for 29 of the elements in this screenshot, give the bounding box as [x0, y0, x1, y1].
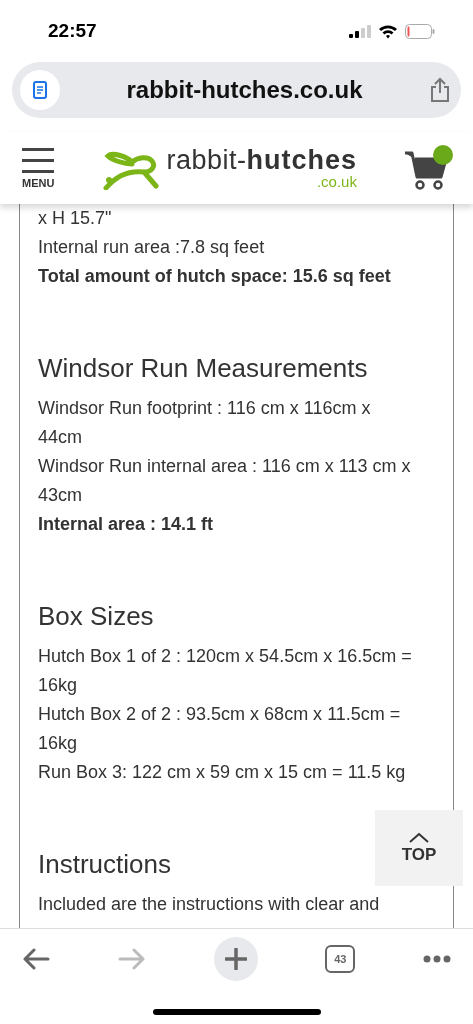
body-text: Windsor Run footprint : 116 cm x 116cm x 44cm: [38, 397, 372, 449]
more-icon[interactable]: [423, 955, 451, 963]
body-text: Run Box 3: 122 cm x 59 cm x 15 cm = 11.5 kg: [38, 761, 407, 784]
body-text: x H 15.7": [38, 207, 113, 230]
section-heading: Windsor Run Measurements: [38, 352, 369, 385]
bold-text: Total amount of hutch space: 15.6 sq feet: [38, 265, 392, 288]
menu-button[interactable]: MENU: [22, 147, 55, 189]
page-icon[interactable]: [20, 70, 60, 110]
section-heading: Box Sizes: [38, 600, 155, 633]
body-text: Hutch Box 1 of 2 : 120cm x 54.5cm x 16.5cm = 16kg: [38, 645, 413, 697]
body-text: Hutch Box 2 of 2 : 93.5cm x 68cm x 11.5cm = 16kg: [38, 703, 402, 755]
body-text: Included are the instructions with clear and: [38, 893, 381, 916]
bold-text: Internal area : 14.1 ft: [38, 513, 215, 536]
back-to-top-button[interactable]: TOP: [375, 810, 463, 886]
back-arrow-icon[interactable]: [22, 948, 50, 970]
share-icon[interactable]: [429, 77, 451, 103]
body-text: Windsor Run internal area : 116 cm x 113 cm x 43cm: [38, 455, 412, 507]
plus-icon[interactable]: [224, 948, 247, 970]
tab-count-button[interactable]: 43: [325, 945, 356, 973]
signal-icon: [349, 24, 371, 38]
address-bar[interactable]: rabbit-hutches.co.uk: [12, 62, 461, 118]
clock-time: 22:57: [48, 20, 97, 42]
cart-icon[interactable]: [405, 145, 453, 191]
body-text: Internal run area :7.8 sq feet: [38, 236, 266, 259]
wifi-icon: [378, 23, 398, 39]
new-tab-button[interactable]: [213, 937, 258, 981]
battery-icon: [405, 23, 435, 39]
caret-up-icon[interactable]: [409, 831, 429, 843]
logo-text[interactable]: rabbit-hutches: [166, 147, 357, 174]
